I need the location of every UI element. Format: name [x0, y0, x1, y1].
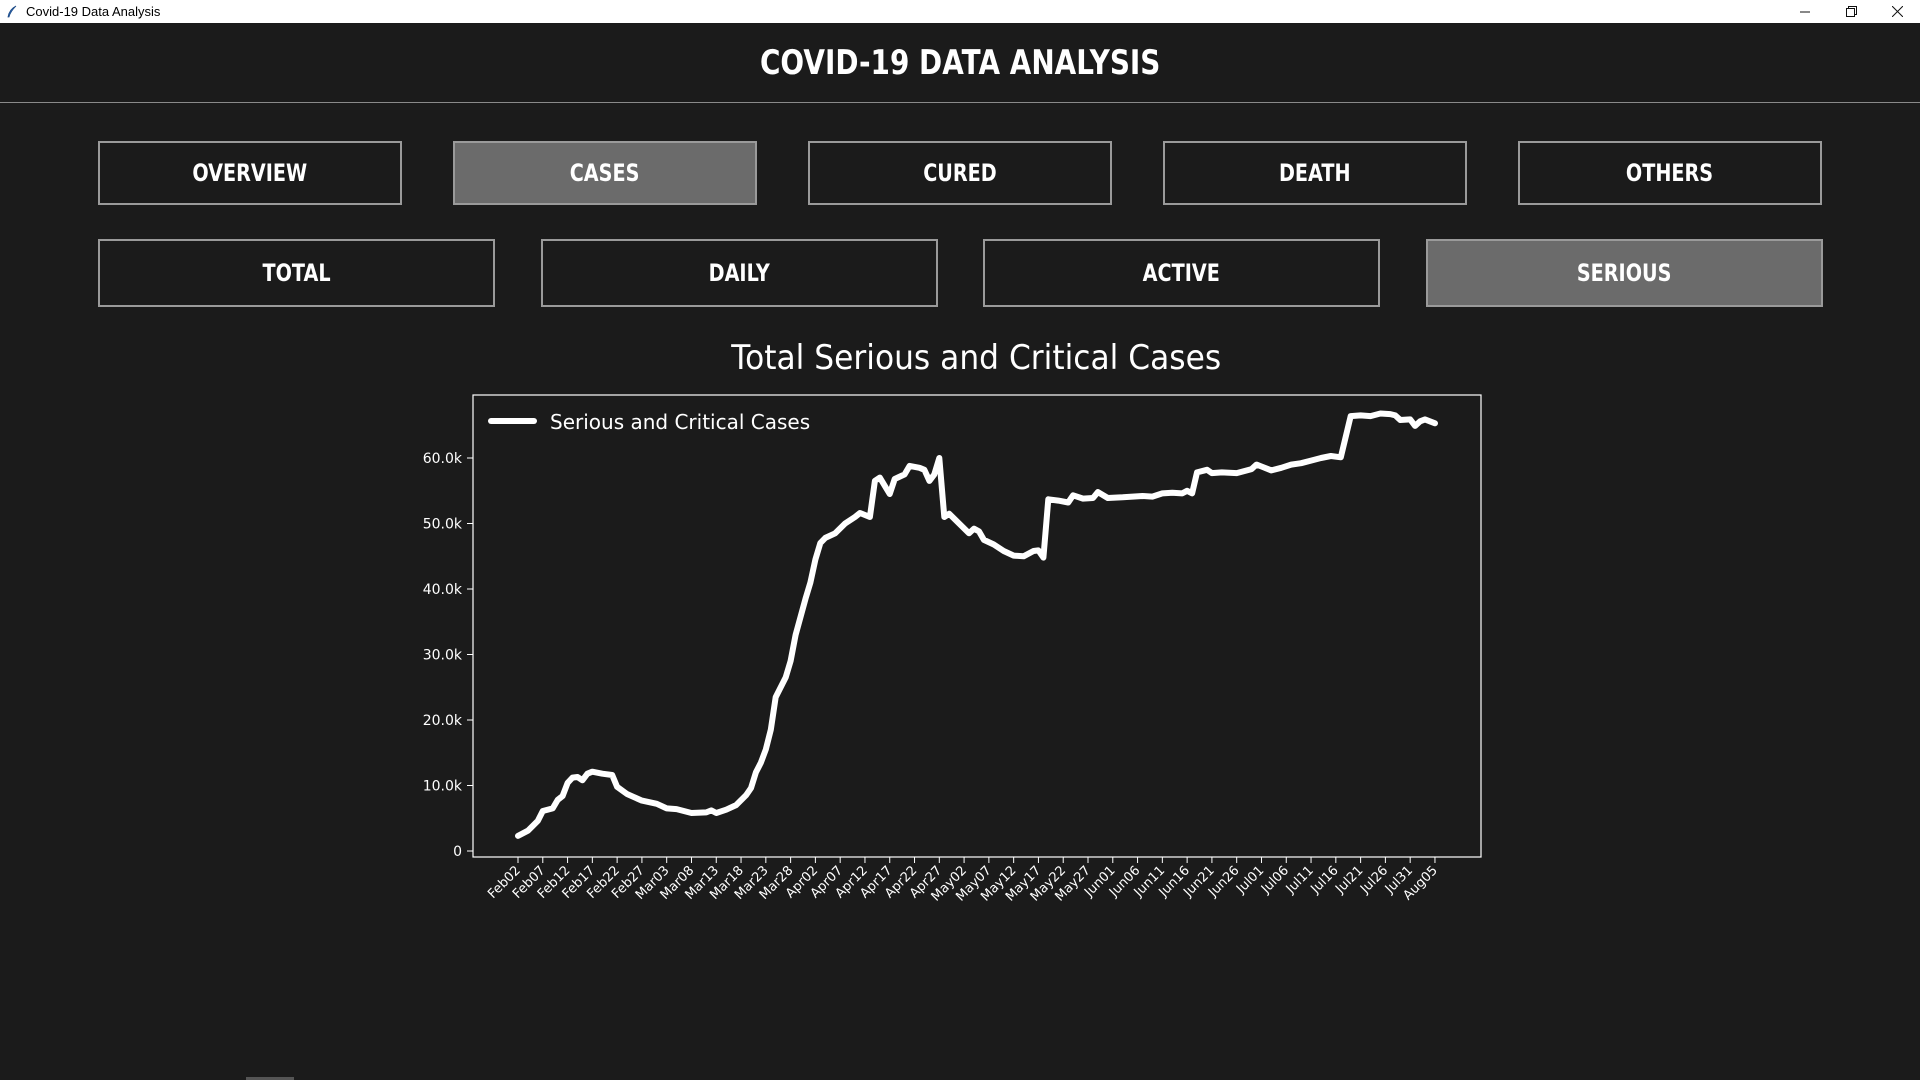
x-tick-label: Jul21	[1332, 863, 1366, 897]
y-tick-label: 10.0k	[423, 779, 463, 795]
y-tick-label: 0	[453, 844, 462, 860]
x-tick-label: Jul06	[1258, 863, 1292, 897]
y-tick-label: 60.0k	[423, 451, 463, 467]
x-tick-label: Jul26	[1357, 863, 1391, 897]
x-tick-label: Jul16	[1308, 863, 1342, 897]
plot-frame	[472, 394, 1482, 858]
x-tick-label: Jul01	[1233, 863, 1267, 897]
y-tick-label: 50.0k	[423, 517, 463, 533]
legend-label: Serious and Critical Cases	[550, 410, 810, 434]
x-tick-label: Jul11	[1283, 863, 1317, 897]
line-chart: 010.0k20.0k30.0k40.0k50.0k60.0kFeb02Feb0…	[423, 394, 1482, 905]
y-tick-label: 40.0k	[423, 582, 463, 598]
y-tick-label: 30.0k	[423, 648, 463, 664]
y-tick-label: 20.0k	[423, 713, 463, 729]
